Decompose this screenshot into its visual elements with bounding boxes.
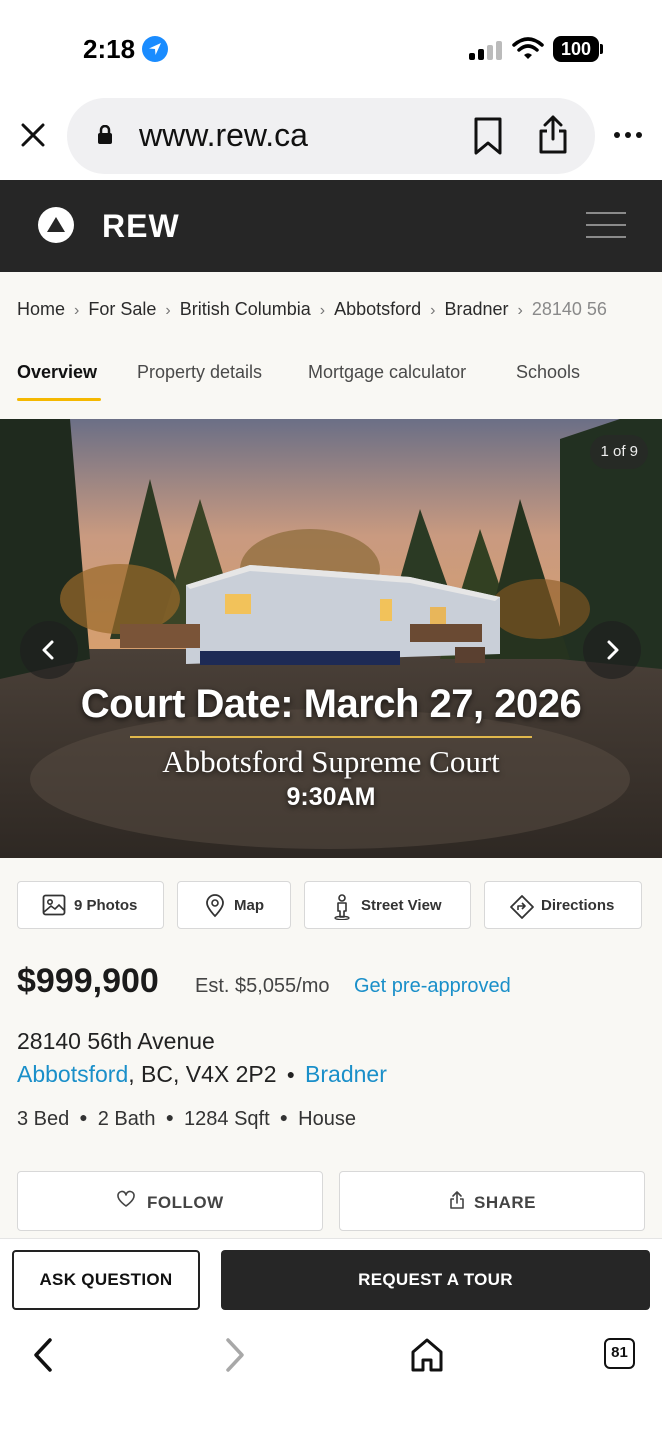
status-bar: 2:18 100 <box>0 0 662 98</box>
photo-overlay-court-name: Abbotsford Supreme Court <box>162 744 500 779</box>
chevron-right-icon: › <box>430 302 436 319</box>
rew-logo-icon[interactable] <box>38 207 74 243</box>
street-view-button[interactable]: Street View <box>304 881 471 929</box>
cta-bar: ASK QUESTION REQUEST A TOUR <box>0 1238 662 1322</box>
street-view-person-icon <box>334 894 350 920</box>
map-button[interactable]: Map <box>177 881 291 929</box>
photo-counter: 1 of 9 <box>590 435 648 469</box>
url-text: www.rew.ca <box>139 117 308 153</box>
map-button-label: Map <box>234 897 264 914</box>
directions-button-label: Directions <box>541 897 615 914</box>
separator-dot: ● <box>279 1109 289 1125</box>
cellular-signal-icon <box>469 40 503 60</box>
share-icon[interactable] <box>537 113 569 160</box>
chevron-right-icon: › <box>165 302 171 319</box>
province-postal: , BC, V4X 2P2 <box>128 1061 277 1087</box>
chevron-left-icon <box>42 640 54 660</box>
status-time: 2:18 <box>83 34 136 64</box>
breadcrumb-current: 28140 56 <box>531 299 607 319</box>
photo-overlay-court-date: Court Date: March 27, 2026 <box>80 682 582 726</box>
forward-icon[interactable] <box>220 1336 250 1379</box>
neighbourhood-link[interactable]: Bradner <box>305 1061 387 1087</box>
tab-property-details[interactable]: Property details <box>137 362 262 383</box>
tab-schools[interactable]: Schools <box>516 362 580 383</box>
listing-price: $999,900 <box>17 962 159 1000</box>
heart-icon <box>117 1190 135 1207</box>
listing-address: 28140 56th Avenue <box>17 1028 215 1054</box>
wifi-icon <box>512 36 544 65</box>
separator-dot: ● <box>286 1066 296 1082</box>
get-pre-approved-link[interactable]: Get pre-approved <box>354 975 511 998</box>
breadcrumb-city[interactable]: Abbotsford <box>334 299 421 319</box>
previous-photo-button[interactable] <box>20 621 78 679</box>
share-icon <box>450 1191 464 1209</box>
chevron-right-icon: › <box>319 302 326 319</box>
directions-button[interactable]: Directions <box>484 881 642 929</box>
site-header: REW <box>0 180 662 272</box>
battery-cap <box>600 44 603 54</box>
ask-question-button[interactable]: ASK QUESTION <box>12 1250 200 1310</box>
listing-content: Home › For Sale › British Columbia › Abbotsfor… <box>0 272 662 1238</box>
photo-overlay-divider <box>130 736 532 738</box>
listing-location: Abbotsford, BC, V4X 2P2 ● Bradner <box>17 1061 387 1088</box>
more-icon[interactable] <box>614 132 644 140</box>
breadcrumb-neighbourhood[interactable]: Bradner <box>444 299 508 319</box>
photos-button[interactable]: 9 Photos <box>17 881 164 929</box>
home-icon[interactable] <box>409 1336 445 1379</box>
browser-toolbar: 81 <box>0 1322 662 1440</box>
follow-button[interactable]: FOLLOW <box>17 1171 323 1231</box>
photos-button-label: 9 Photos <box>74 897 138 914</box>
property-type: House <box>298 1108 356 1130</box>
city-link[interactable]: Abbotsford <box>17 1061 128 1087</box>
share-button[interactable]: SHARE <box>339 1171 645 1231</box>
browser-address-bar: www.rew.ca <box>0 98 662 180</box>
location-arrow-icon <box>142 36 168 62</box>
street-view-button-label: Street View <box>361 897 442 914</box>
square-footage: 1284 Sqft <box>184 1108 270 1130</box>
chevron-right-icon <box>607 640 619 660</box>
breadcrumb-for-sale[interactable]: For Sale <box>88 299 156 319</box>
breadcrumb: Home › For Sale › British Columbia › Abbotsfor… <box>17 299 607 320</box>
breadcrumb-home[interactable]: Home <box>17 299 65 319</box>
request-tour-button[interactable]: REQUEST A TOUR <box>221 1250 650 1310</box>
directions-icon <box>510 895 534 919</box>
bookmark-icon[interactable] <box>472 116 504 161</box>
tab-overview[interactable]: Overview <box>17 362 97 383</box>
close-icon[interactable] <box>18 120 48 150</box>
image-icon <box>42 894 66 916</box>
chevron-right-icon: › <box>517 302 523 319</box>
map-pin-icon <box>206 894 224 918</box>
active-tab-indicator <box>17 398 101 401</box>
lock-icon <box>97 124 113 150</box>
photo-overlay-time: 9:30AM <box>286 783 376 811</box>
separator-dot: ● <box>79 1109 88 1125</box>
share-button-label: SHARE <box>474 1193 537 1212</box>
tabs-icon[interactable]: 81 <box>604 1338 635 1369</box>
follow-button-label: FOLLOW <box>147 1193 224 1212</box>
estimated-monthly-payment: Est. $5,055/mo <box>195 975 330 997</box>
back-icon[interactable] <box>28 1336 58 1379</box>
listing-specs: 3 Bed ● 2 Bath ● 1284 Sqft ● House <box>17 1108 356 1131</box>
breadcrumb-province[interactable]: British Columbia <box>180 299 311 319</box>
next-photo-button[interactable] <box>583 621 641 679</box>
separator-dot: ● <box>165 1109 175 1125</box>
chevron-right-icon: › <box>74 302 80 319</box>
baths-count: 2 Bath <box>97 1108 156 1130</box>
hamburger-menu-icon[interactable] <box>586 212 626 240</box>
url-field[interactable]: www.rew.ca <box>67 98 595 174</box>
site-logo-text[interactable]: REW <box>102 208 180 245</box>
listing-photo[interactable]: 1 of 9 Court Date: March 27, 2026 Abbots… <box>0 419 662 858</box>
battery-indicator: 100 <box>553 36 599 62</box>
beds-count: 3 Bed <box>17 1108 70 1130</box>
tab-mortgage-calculator[interactable]: Mortgage calculator <box>308 362 466 383</box>
